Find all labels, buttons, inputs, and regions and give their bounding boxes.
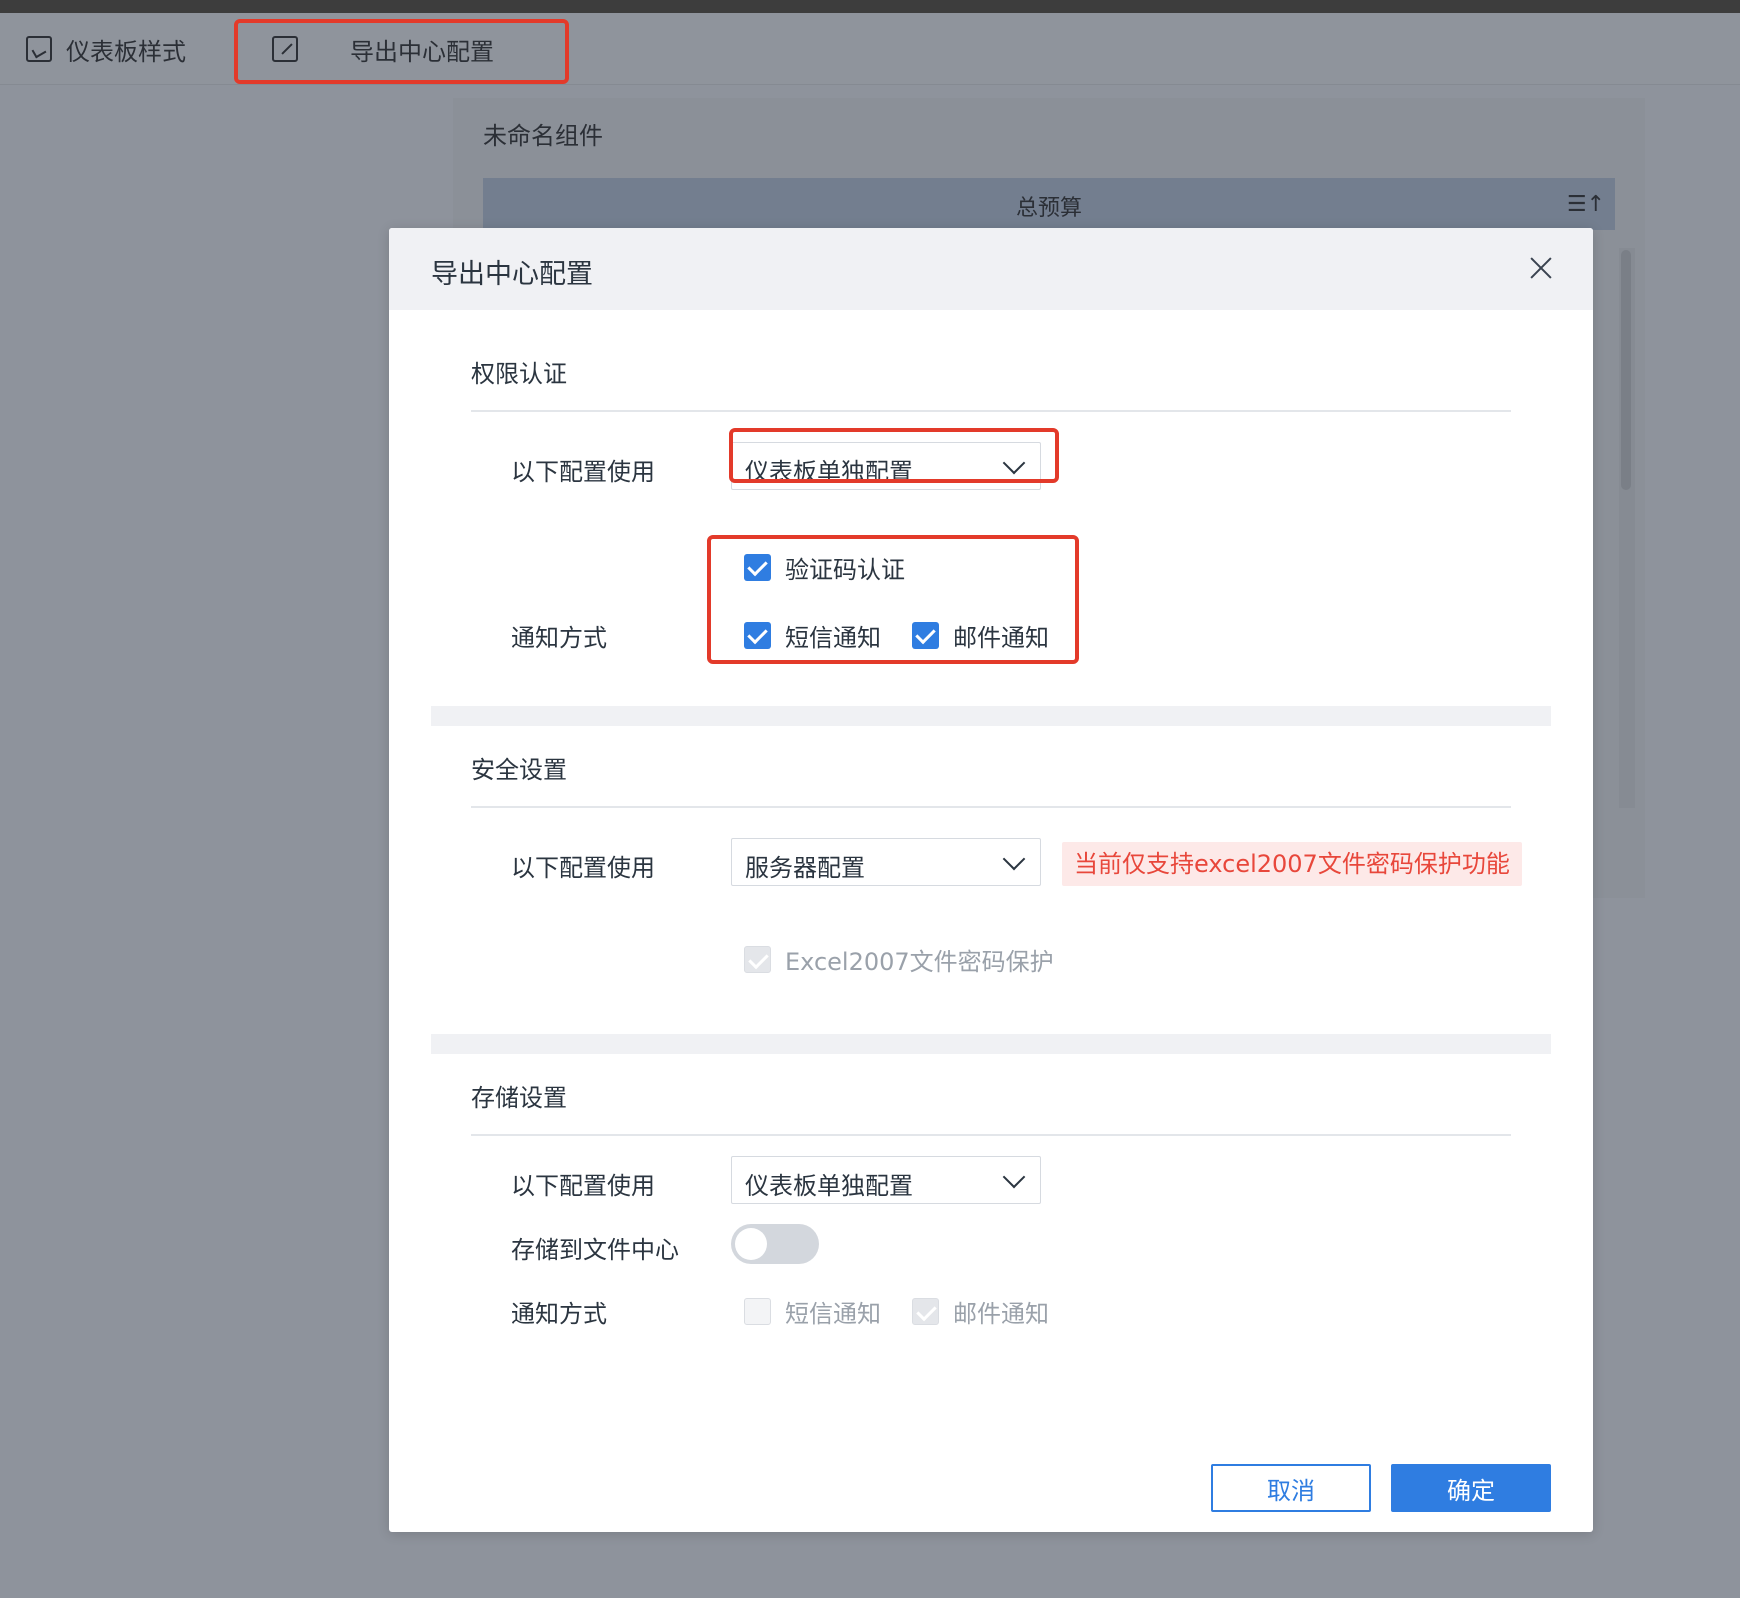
export-center-config-button[interactable]: 导出中心配置 <box>272 13 494 85</box>
checkbox-checked-icon <box>744 554 771 581</box>
dialog-title: 导出中心配置 <box>431 259 593 290</box>
captcha-label: 验证码认证 <box>785 556 905 584</box>
cancel-button[interactable]: 取消 <box>1211 1464 1371 1512</box>
storage-config-value: 仪表板单独配置 <box>745 1172 913 1200</box>
storage-section-title: 存储设置 <box>471 1084 567 1112</box>
chevron-down-icon <box>1002 847 1026 871</box>
section-separator <box>431 1034 1551 1054</box>
security-config-value: 服务器配置 <box>745 854 865 882</box>
divider <box>471 806 1511 808</box>
export-center-config-dialog: 导出中心配置 权限认证 以下配置使用 仪表板单独配置 验证码认证 通知方式 短信… <box>389 228 1593 1532</box>
section-separator <box>431 706 1551 726</box>
storage-sms-label: 短信通知 <box>785 1300 881 1328</box>
captcha-checkbox[interactable]: 验证码认证 <box>744 550 905 585</box>
storage-email-label: 邮件通知 <box>953 1300 1049 1328</box>
divider <box>471 410 1511 412</box>
dashboard-style-icon <box>26 36 52 62</box>
storage-notify-label: 通知方式 <box>511 1300 607 1328</box>
security-config-select[interactable]: 服务器配置 <box>731 838 1041 886</box>
table-header: 总预算 ☰↑ <box>483 178 1615 230</box>
checkbox-disabled-icon <box>744 1298 771 1325</box>
close-icon[interactable] <box>1523 250 1559 286</box>
dashboard-style-label: 仪表板样式 <box>66 37 186 66</box>
storage-sms-checkbox: 短信通知 <box>744 1294 881 1329</box>
chevron-down-icon <box>1002 1165 1026 1189</box>
permission-section-title: 权限认证 <box>471 360 567 388</box>
permission-sms-checkbox[interactable]: 短信通知 <box>744 618 881 653</box>
permission-config-select[interactable]: 仪表板单独配置 <box>731 442 1041 490</box>
switch-knob <box>735 1228 767 1260</box>
window-top-bar <box>0 0 1740 13</box>
divider <box>471 1134 1511 1136</box>
checkbox-disabled-checked-icon <box>744 946 771 973</box>
excel-protect-checkbox: Excel2007文件密码保护 <box>744 942 1054 977</box>
storage-config-select[interactable]: 仪表板单独配置 <box>731 1156 1041 1204</box>
save-to-file-center-switch[interactable] <box>731 1224 819 1264</box>
permission-email-label: 邮件通知 <box>953 624 1049 652</box>
storage-email-checkbox: 邮件通知 <box>912 1294 1049 1329</box>
permission-email-checkbox[interactable]: 邮件通知 <box>912 618 1049 653</box>
excel-protect-label: Excel2007文件密码保护 <box>785 948 1054 976</box>
checkbox-disabled-checked-icon <box>912 1298 939 1325</box>
permission-config-label: 以下配置使用 <box>511 458 655 486</box>
column-header-total-budget: 总预算 <box>1015 196 1082 221</box>
dialog-header: 导出中心配置 <box>389 228 1593 310</box>
scrollbar-thumb[interactable] <box>1621 250 1631 490</box>
confirm-button[interactable]: 确定 <box>1391 1464 1551 1512</box>
security-section-title: 安全设置 <box>471 756 567 784</box>
checkbox-checked-icon <box>744 622 771 649</box>
permission-config-value: 仪表板单独配置 <box>745 458 913 486</box>
widget-title: 未命名组件 <box>483 122 603 150</box>
storage-config-label: 以下配置使用 <box>511 1172 655 1200</box>
chevron-down-icon <box>1002 451 1026 475</box>
save-to-file-center-label: 存储到文件中心 <box>511 1236 679 1264</box>
export-center-config-label: 导出中心配置 <box>350 37 494 66</box>
permission-sms-label: 短信通知 <box>785 624 881 652</box>
security-warning-tip: 当前仅支持excel2007文件密码保护功能 <box>1062 842 1522 886</box>
dashboard-style-button[interactable]: 仪表板样式 <box>26 13 186 85</box>
edit-icon <box>272 36 298 62</box>
checkbox-checked-icon <box>912 622 939 649</box>
toolbar: 仪表板样式 导出中心配置 <box>0 13 1740 85</box>
permission-notify-label: 通知方式 <box>511 624 607 652</box>
security-config-label: 以下配置使用 <box>511 854 655 882</box>
sort-icon[interactable]: ☰↑ <box>1567 192 1605 217</box>
